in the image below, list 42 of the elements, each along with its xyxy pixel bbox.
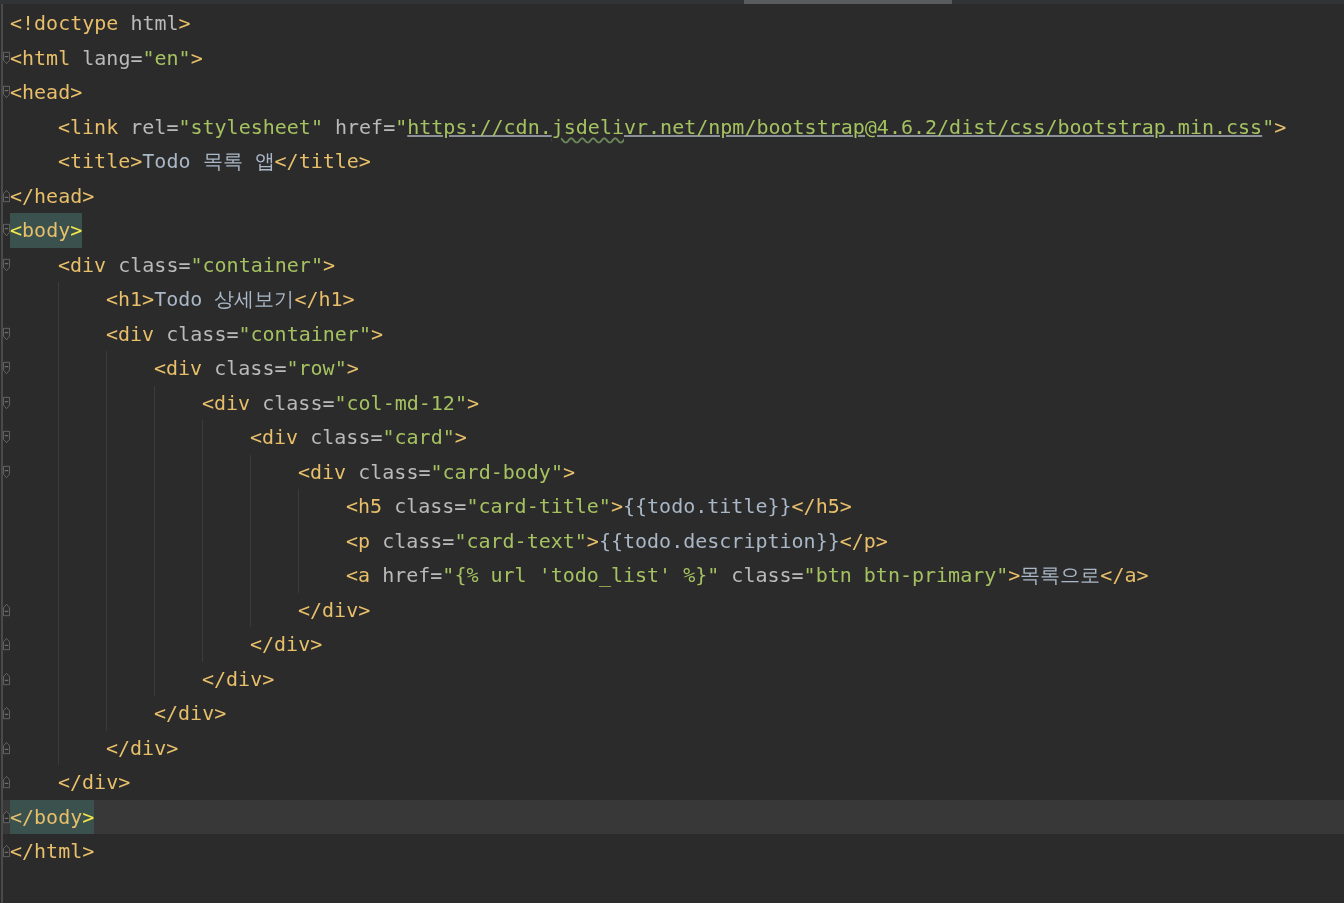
fold-marker-icon[interactable] <box>3 429 10 446</box>
code-line: <div class="container"> <box>58 251 335 279</box>
code-line: <h1>Todo 상세보기</h1> <box>106 286 355 313</box>
fold-marker-icon[interactable] <box>3 739 10 756</box>
code-line: </div> <box>202 665 275 693</box>
code-line: <p class="card-text">{{todo.description}}</p> <box>346 527 888 555</box>
fold-marker-icon[interactable] <box>3 843 10 860</box>
fold-marker-icon[interactable] <box>3 601 10 618</box>
fold-marker-icon[interactable] <box>3 774 10 791</box>
code-line: <div class="col-md-12"> <box>202 389 479 417</box>
fold-marker-icon[interactable] <box>3 705 10 722</box>
code-line: <title>Todo 목록 앱</title> <box>58 148 371 175</box>
fold-marker-icon[interactable] <box>3 394 10 411</box>
code-line: </div> <box>154 700 227 727</box>
code-line: <div class="card"> <box>250 424 467 451</box>
code-line: </head> <box>10 182 95 210</box>
fold-marker-icon[interactable] <box>3 463 10 480</box>
code-line: </html> <box>10 838 95 865</box>
fold-marker-icon[interactable] <box>3 187 10 204</box>
fold-marker-icon[interactable] <box>3 256 10 273</box>
code-line: <html lang="en"> <box>10 44 203 72</box>
fold-marker-icon[interactable] <box>3 325 10 342</box>
scrollbar-thumb[interactable] <box>744 0 952 4</box>
fold-marker-icon[interactable] <box>3 49 10 66</box>
code-line: </div> <box>58 769 131 796</box>
code-line: <h5 class="card-title">{{todo.title}}</h5> <box>346 493 852 520</box>
code-line: <div class="container"> <box>106 320 383 348</box>
code-line: <a href="{% url 'todo_list' %}" class="btn btn-primary">목록으로</a> <box>346 562 1149 589</box>
code-line: <div class="card-body"> <box>298 458 575 486</box>
code-line: <!doctype html> <box>10 10 191 37</box>
fold-marker-icon[interactable] <box>3 670 10 687</box>
fold-marker-icon[interactable] <box>3 360 10 377</box>
code-line: <div class="row"> <box>154 355 359 382</box>
fold-marker-icon[interactable] <box>3 808 10 825</box>
code-line: </div> <box>106 734 179 762</box>
code-line: </div> <box>250 631 323 658</box>
code-line: <link rel="stylesheet" href="https://cdn.jsdelivr.net/npm/bootstrap@4.6.2/dist/css/bootstrap.min.css"> <box>58 113 1287 141</box>
fold-marker-icon[interactable] <box>3 84 10 101</box>
fold-marker-icon[interactable] <box>3 636 10 653</box>
code-line: <head> <box>10 79 83 106</box>
fold-marker-icon[interactable] <box>3 222 10 239</box>
code-line: </div> <box>298 596 371 624</box>
